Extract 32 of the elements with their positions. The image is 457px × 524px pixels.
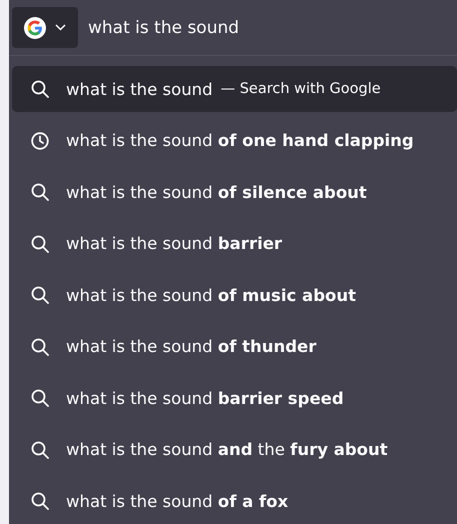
search-icon [31,234,49,252]
chevron-down-icon [55,24,66,31]
clock-icon [31,132,49,150]
search-icon [31,286,49,304]
suggestion-item[interactable]: what is the sound of a fox [12,478,457,524]
suggestion-text: what is the sound and the fury about [66,440,388,459]
suggestion-item[interactable]: what is the sound and the fury about [12,426,457,472]
suggestion-text: what is the sound of silence about [66,182,367,202]
google-logo-icon [24,16,46,38]
search-hint: — Search with Google [220,81,381,97]
search-field[interactable]: what is the sound [88,12,457,42]
suggestion-text: what is the sound barrier speed [66,388,344,408]
suggestion-text: what is the sound barrier [66,234,282,253]
search-icon [31,440,49,458]
suggestion-item[interactable]: what is the sound of thunder [12,324,457,370]
search-icon [31,183,49,201]
search-icon [31,338,49,356]
suggestion-text: what is the sound of thunder [66,337,316,356]
suggestion-item[interactable]: what is the sound of silence about [12,169,457,215]
search-icon [31,80,49,98]
suggestion-text: what is the sound of music about [66,286,356,304]
suggestion-item[interactable]: what is the sound — Search with Google [12,66,457,112]
search-icon [31,389,49,407]
search-icon [31,492,49,510]
suggestion-text: what is the sound [66,80,213,98]
suggestion-item[interactable]: what is the sound barrier [12,220,457,266]
suggestion-text: what is the sound of a fox [66,492,288,510]
suggestion-text: what is the sound of one hand clapping [66,131,414,150]
suggestion-item[interactable]: what is the sound barrier speed [12,375,457,421]
suggestion-item[interactable]: what is the sound of music about [12,272,457,318]
search-engine-button[interactable] [12,7,78,48]
suggestion-item[interactable]: what is the sound of one hand clapping [12,118,457,164]
